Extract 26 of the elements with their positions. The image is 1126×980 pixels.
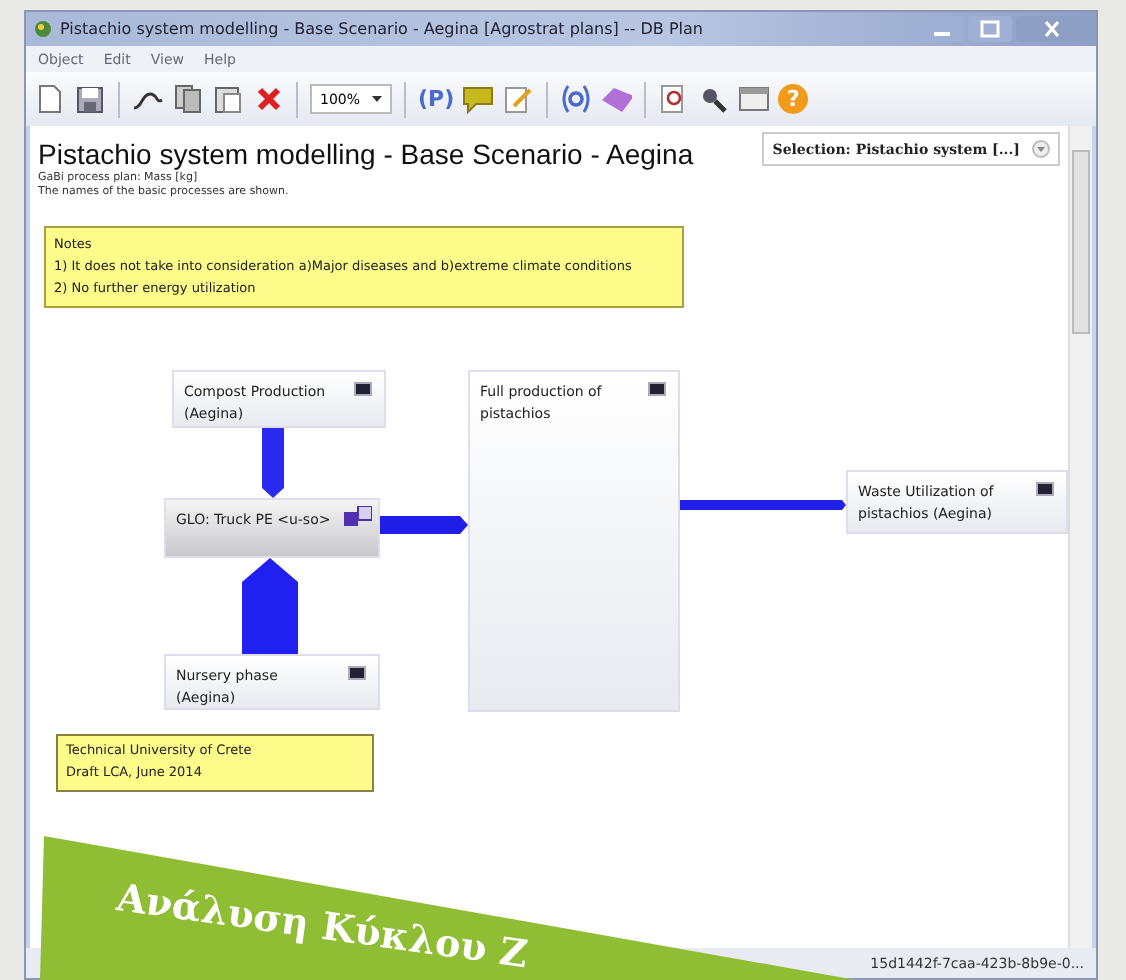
app-icon	[34, 20, 52, 38]
flow-arrow	[262, 428, 284, 498]
banner-text: Ανάλυση Κύκλου Ζ	[113, 876, 531, 978]
new-document-icon[interactable]	[34, 83, 66, 115]
save-icon[interactable]	[74, 83, 106, 115]
process-icon[interactable]	[354, 382, 372, 396]
scrollbar[interactable]	[1068, 126, 1092, 948]
query-icon[interactable]	[560, 83, 593, 115]
process-icon[interactable]	[348, 666, 366, 680]
plan-title: Pistachio system modelling - Base Scenario - Aegina	[38, 138, 694, 170]
plan-button[interactable]: (P)	[418, 86, 455, 112]
process-icon[interactable]	[1036, 482, 1054, 496]
flow-arrow	[242, 558, 298, 654]
window-icon[interactable]	[738, 83, 771, 115]
speech-bubble-icon[interactable]	[462, 83, 495, 115]
delete-icon[interactable]	[252, 83, 284, 115]
process-icon[interactable]	[648, 382, 666, 396]
copy-icon[interactable]	[172, 83, 204, 115]
diamond-arrow-icon[interactable]	[600, 83, 633, 115]
dropdown-arrow-icon	[372, 96, 383, 102]
flow-arrow	[380, 516, 468, 534]
search-icon[interactable]	[698, 83, 731, 115]
paste-icon[interactable]	[212, 83, 244, 115]
window-title: Pistachio system modelling - Base Scenario - Aegina [Agrostrat plans] -- DB Plan	[60, 20, 705, 38]
process-icon[interactable]	[344, 506, 372, 526]
edit-note-icon[interactable]	[502, 83, 535, 115]
